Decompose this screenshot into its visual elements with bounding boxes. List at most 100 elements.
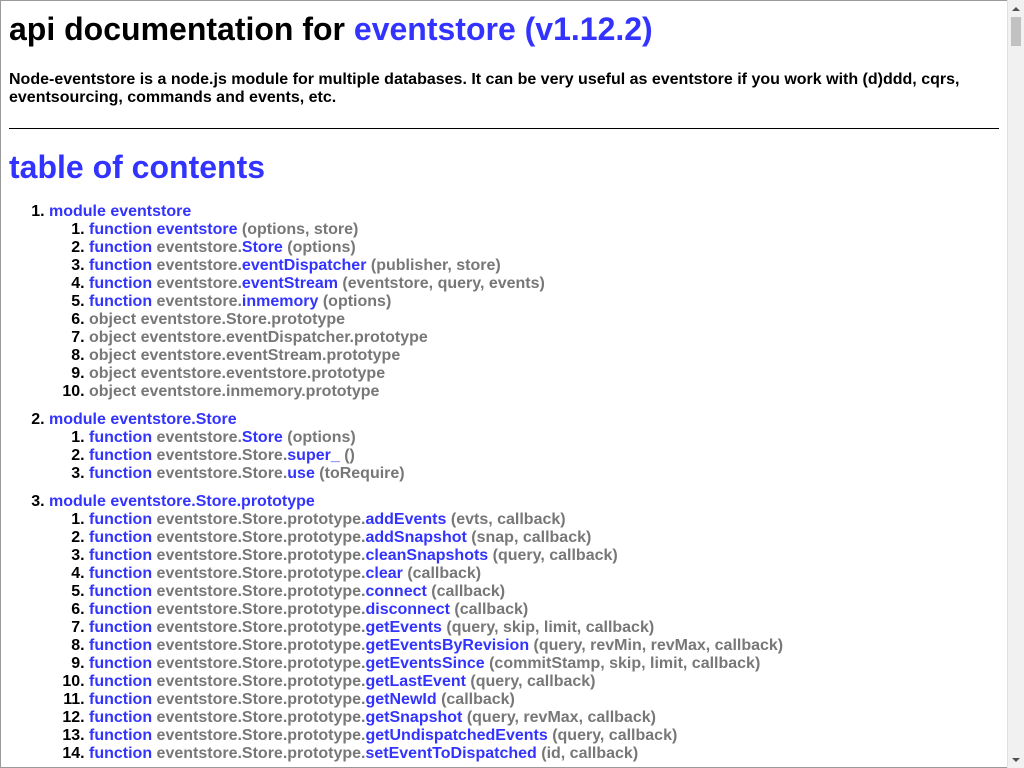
function-keyword-link[interactable]: function: [89, 691, 152, 708]
function-keyword-link[interactable]: function: [89, 619, 152, 636]
function-name-link[interactable]: super_: [287, 447, 339, 464]
function-keyword-link[interactable]: function: [89, 655, 152, 672]
function-name-link[interactable]: cleanSnapshots: [365, 547, 488, 564]
function-keyword-link[interactable]: function: [89, 239, 152, 256]
function-name-link[interactable]: getUndispatchedEvents: [365, 727, 547, 744]
scrollbar-thumb[interactable]: [1011, 17, 1021, 46]
package-description: Node-eventstore is a node.js module for …: [9, 71, 960, 106]
function-name-link[interactable]: Store: [242, 239, 283, 256]
function-name-link[interactable]: addSnapshot: [365, 529, 466, 546]
toc-entry: object eventstore.eventDispatcher.protot…: [89, 329, 999, 347]
function-namespace: eventstore.Store.prototype.: [156, 511, 366, 528]
function-name-link[interactable]: eventStream: [242, 275, 338, 292]
function-namespace: eventstore.Store.prototype.: [156, 709, 366, 726]
toc-entry: function eventstore.Store.prototype.disc…: [89, 601, 999, 619]
function-args: (publisher, store): [370, 257, 501, 274]
function-name-link[interactable]: setEventToDispatched: [365, 745, 536, 762]
function-name-link[interactable]: connect: [365, 583, 426, 600]
toc-entry: function eventstore.Store.prototype.getE…: [89, 619, 999, 637]
function-keyword-link[interactable]: function: [89, 601, 152, 618]
function-keyword-link[interactable]: function: [89, 257, 152, 274]
toc-module-list: module eventstorefunction eventstore (op…: [9, 203, 999, 763]
toc-entry: function eventstore.Store.super_ (): [89, 447, 999, 465]
function-args: (callback): [454, 601, 529, 618]
page-title: api documentation for eventstore (v1.12.…: [9, 7, 999, 51]
function-keyword-link[interactable]: function: [89, 547, 152, 564]
function-args: (options): [287, 429, 356, 446]
function-name-link[interactable]: Store: [242, 429, 283, 446]
function-namespace: eventstore.: [156, 429, 242, 446]
function-keyword-link[interactable]: function: [89, 221, 152, 238]
function-name-link[interactable]: inmemory: [242, 293, 318, 310]
function-namespace: eventstore.Store.prototype.: [156, 727, 366, 744]
function-args: (eventstore, query, events): [342, 275, 545, 292]
function-args: (commitStamp, skip, limit, callback): [489, 655, 761, 672]
function-namespace: eventstore.Store.prototype.: [156, 655, 366, 672]
divider: [9, 128, 999, 129]
toc-entry: function eventstore.Store.prototype.clea…: [89, 565, 999, 583]
function-namespace: eventstore.: [156, 293, 242, 310]
function-keyword-link[interactable]: function: [89, 293, 152, 310]
function-name-link[interactable]: eventDispatcher: [242, 257, 367, 274]
function-namespace: eventstore.Store.prototype.: [156, 601, 366, 618]
function-args: (callback): [441, 691, 515, 708]
function-keyword-link[interactable]: function: [89, 565, 152, 582]
function-keyword-link[interactable]: function: [89, 529, 152, 546]
toc-module-link[interactable]: module eventstore.Store: [49, 411, 237, 428]
toc-entry: function eventstore.Store.prototype.getN…: [89, 691, 999, 709]
package-version-link[interactable]: eventstore (v1.12.2): [354, 11, 653, 47]
toc-entry: function eventstore.Store.prototype.getU…: [89, 727, 999, 745]
function-name-link[interactable]: disconnect: [365, 601, 449, 618]
toc-function-list: function eventstore.Store (options)funct…: [49, 429, 999, 483]
function-name-link[interactable]: getEventsSince: [365, 655, 484, 672]
toc-function-list: function eventstore.Store.prototype.addE…: [49, 511, 999, 763]
vertical-scrollbar[interactable]: [1007, 0, 1024, 768]
object-name: eventstore.inmemory.prototype: [140, 383, 380, 400]
function-namespace: eventstore.Store.prototype.: [156, 691, 366, 708]
toc-entry: function eventstore.Store (options): [89, 239, 999, 257]
function-args: (query, callback): [470, 673, 596, 690]
function-keyword-link[interactable]: function: [89, 673, 152, 690]
toc-module-item: module eventstorefunction eventstore (op…: [49, 203, 999, 401]
function-keyword-link[interactable]: function: [89, 709, 152, 726]
scroll-down-arrow-icon[interactable]: [1008, 751, 1024, 768]
function-name-link[interactable]: getEventsByRevision: [365, 637, 529, 654]
function-namespace: eventstore.Store.prototype.: [156, 547, 366, 564]
function-name-link[interactable]: use: [287, 465, 315, 482]
function-keyword-link[interactable]: function: [89, 583, 152, 600]
function-name-link[interactable]: addEvents: [365, 511, 446, 528]
function-args: (snap, callback): [471, 529, 592, 546]
function-name-link[interactable]: getEvents: [365, 619, 441, 636]
function-keyword-link[interactable]: function: [89, 511, 152, 528]
object-name: eventstore.eventstore.prototype: [140, 365, 386, 382]
scroll-up-arrow-icon[interactable]: [1008, 0, 1024, 17]
toc-entry: function eventstore.Store.prototype.addE…: [89, 511, 999, 529]
function-keyword-link[interactable]: function: [89, 429, 152, 446]
function-keyword-link[interactable]: function: [89, 727, 152, 744]
function-name-link[interactable]: getNewId: [365, 691, 436, 708]
toc-module-link[interactable]: module eventstore.Store.prototype: [49, 493, 315, 510]
function-name-link[interactable]: getLastEvent: [365, 673, 465, 690]
function-keyword-link[interactable]: function: [89, 637, 152, 654]
function-keyword-link[interactable]: function: [89, 275, 152, 292]
function-keyword-link[interactable]: function: [89, 745, 152, 762]
toc-module-item: module eventstore.Store.prototypefunctio…: [49, 493, 999, 763]
page-title-prefix: api documentation for: [9, 11, 354, 47]
function-keyword-link[interactable]: function: [89, 465, 152, 482]
function-namespace: eventstore.Store.prototype.: [156, 637, 366, 654]
function-namespace: eventstore.: [156, 275, 242, 292]
toc-entry: function eventstore.Store (options): [89, 429, 999, 447]
function-name-link[interactable]: eventstore: [157, 221, 238, 238]
function-name-link[interactable]: clear: [365, 565, 402, 582]
toc-entry: function eventstore.Store.prototype.conn…: [89, 583, 999, 601]
function-args: (query, callback): [552, 727, 678, 744]
toc-function-list: function eventstore (options, store)func…: [49, 221, 999, 401]
function-keyword-link[interactable]: function: [89, 447, 152, 464]
page-content: api documentation for eventstore (v1.12.…: [1, 7, 1007, 763]
toc-entry: object eventstore.eventstore.prototype: [89, 365, 999, 383]
toc-entry: function eventstore.eventStream (eventst…: [89, 275, 999, 293]
toc-entry: object eventstore.inmemory.prototype: [89, 383, 999, 401]
toc-module-link[interactable]: module eventstore: [49, 203, 191, 220]
function-name-link[interactable]: getSnapshot: [365, 709, 462, 726]
function-args: (id, callback): [541, 745, 639, 762]
